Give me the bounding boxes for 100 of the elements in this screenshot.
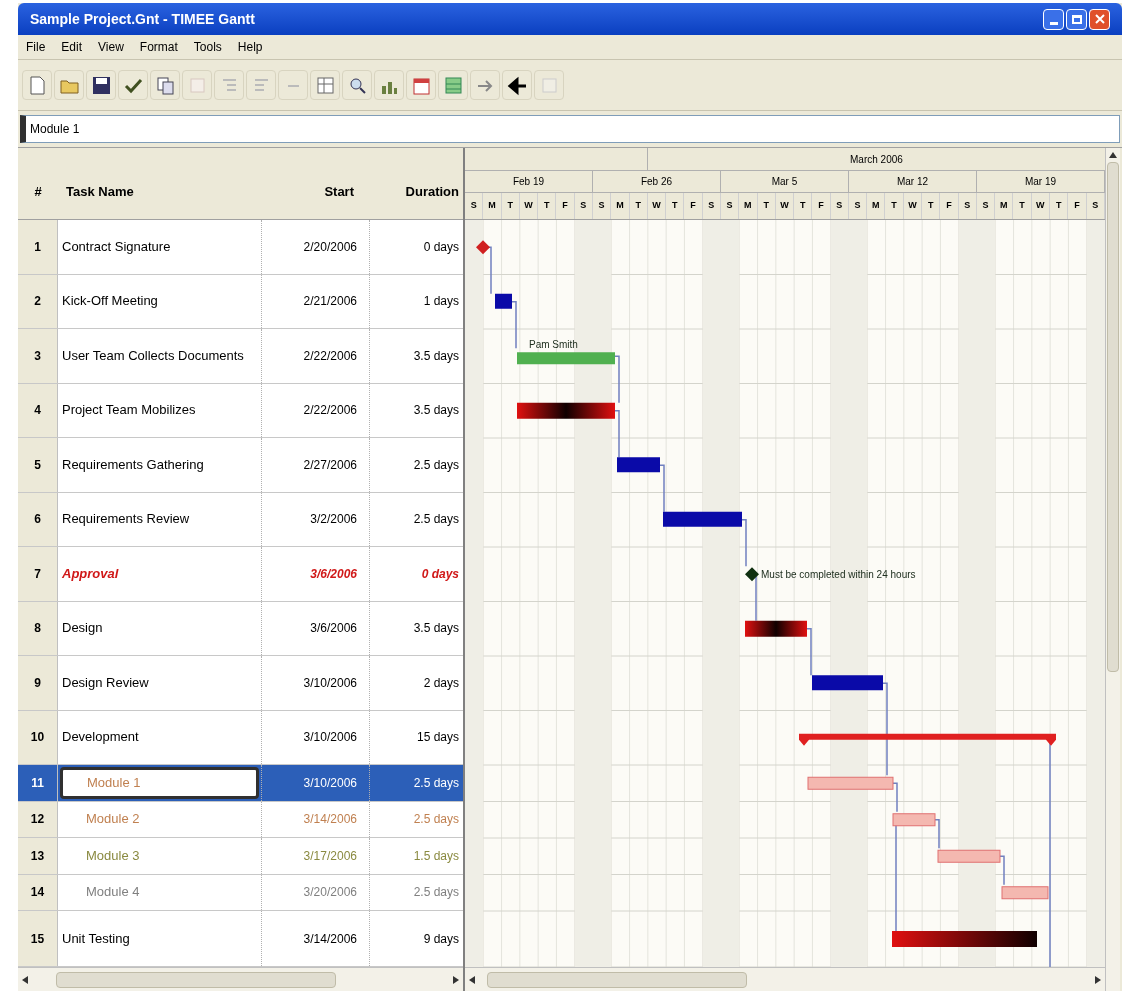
start-date: 2/22/2006 [303,402,357,420]
day-label: F [562,199,568,213]
day-label: T [891,199,897,213]
horizontal-scrollbar[interactable] [465,967,1105,991]
menu-item[interactable]: Help [237,38,263,56]
scroll-up-icon[interactable] [1109,152,1117,158]
milestone-marker[interactable] [745,567,759,582]
milestone-marker[interactable] [476,240,490,255]
row-number[interactable]: 12 [18,801,58,837]
duration: 3.5 days [413,402,459,420]
day-label: W [524,199,533,213]
duration: 0 days [421,565,459,583]
vertical-scrollbar[interactable] [1105,148,1120,991]
duration: 2.5 days [413,456,459,474]
task-name: Design Review [61,674,149,691]
start-date: 3/10/2006 [303,674,357,692]
menu-item[interactable]: View [98,38,124,56]
row-number[interactable]: 1 [18,220,58,274]
day-label: M [1000,199,1008,213]
column-header[interactable]: Task Name [58,181,262,201]
day-label: S [1092,199,1099,213]
duration: 2 days [423,674,459,692]
day-label: S [982,199,989,213]
column-header[interactable]: Start [262,181,370,201]
task-bar[interactable] [495,293,512,309]
menu-item[interactable]: Format [139,38,178,56]
task-name: Requirements Review [61,511,190,528]
task-name: Module 4 [85,884,140,901]
task-bar[interactable] [745,620,807,637]
start-date: 3/2/2006 [310,511,357,529]
maximize-button[interactable] [1066,8,1087,30]
column-header[interactable]: Duration [370,181,463,201]
row-number[interactable]: 13 [18,838,58,874]
task-bar[interactable] [517,402,615,419]
task-name: Module 3 [85,847,140,864]
week-label: Feb 19 [512,175,545,189]
row-number[interactable]: 2 [18,274,58,328]
day-label: F [946,199,952,213]
scroll-left-icon[interactable] [22,975,28,984]
day-label: F [1074,199,1080,213]
task-name: Development [61,729,139,746]
task-name: Kick-Off Meeting [61,293,158,310]
day-label: S [854,199,861,213]
task-bar[interactable] [812,675,883,691]
scrollbar-thumb[interactable] [56,971,336,988]
task-bar[interactable] [663,511,742,527]
month-label: March 2006 [850,152,903,167]
scrollbar-thumb[interactable] [487,971,747,988]
start-date: 2/22/2006 [303,347,357,365]
day-label: M [872,199,880,213]
day-label: M [616,199,624,213]
start-date: 2/27/2006 [303,456,357,474]
start-date: 3/6/2006 [310,620,357,638]
day-label: W [652,199,661,213]
window-title: Sample Project.Gnt - TIMEE Gantt [30,9,256,29]
duration: 1 days [423,293,459,311]
summary-bar[interactable] [799,733,1056,746]
scroll-right-icon[interactable] [1095,975,1101,984]
row-number[interactable]: 14 [18,874,58,910]
scrollbar-thumb[interactable] [1107,162,1119,672]
menu-item[interactable]: Edit [61,38,83,56]
row-number[interactable]: 15 [18,911,58,966]
row-number[interactable]: 8 [18,601,58,655]
row-number[interactable]: 3 [18,329,58,383]
start-date: 3/14/2006 [303,930,357,948]
task-name: Module 2 [85,811,140,828]
column-header[interactable]: # [18,181,58,201]
row-number[interactable]: 9 [18,656,58,710]
task-name: Design [61,620,103,637]
duration: 3.5 days [413,620,459,638]
week-label: Mar 5 [771,175,798,189]
task-name: Unit Testing [61,930,130,947]
bar-label: Must be completed within 24 hours [761,569,916,581]
start-date: 3/14/2006 [303,811,357,829]
scroll-right-icon[interactable] [453,975,459,984]
row-number[interactable]: 10 [18,710,58,764]
day-label: S [470,199,477,213]
scroll-left-icon[interactable] [469,975,475,984]
row-number[interactable]: 4 [18,383,58,437]
task-name: Approval [61,565,119,582]
start-date: 3/10/2006 [303,774,357,792]
close-icon[interactable] [1094,14,1105,24]
start-date: 3/10/2006 [303,729,357,747]
duration: 15 days [416,729,459,747]
menu-item[interactable]: Tools [193,38,222,56]
entry-input[interactable]: Module 1 [20,115,1120,143]
duration: 0 days [423,238,459,256]
week-label: Feb 26 [640,175,673,189]
day-label: M [744,199,752,213]
minimize-button[interactable] [1043,8,1064,30]
horizontal-scrollbar[interactable] [18,967,463,991]
task-bar[interactable] [617,457,660,473]
row-number[interactable]: 6 [18,492,58,546]
menu-item[interactable]: File [26,38,46,56]
row-number[interactable]: 11 [18,765,58,801]
row-number[interactable]: 5 [18,438,58,492]
day-label: T [799,199,806,213]
row-number[interactable]: 7 [18,547,58,601]
close-button[interactable] [1089,8,1110,30]
day-label: T [635,199,641,213]
